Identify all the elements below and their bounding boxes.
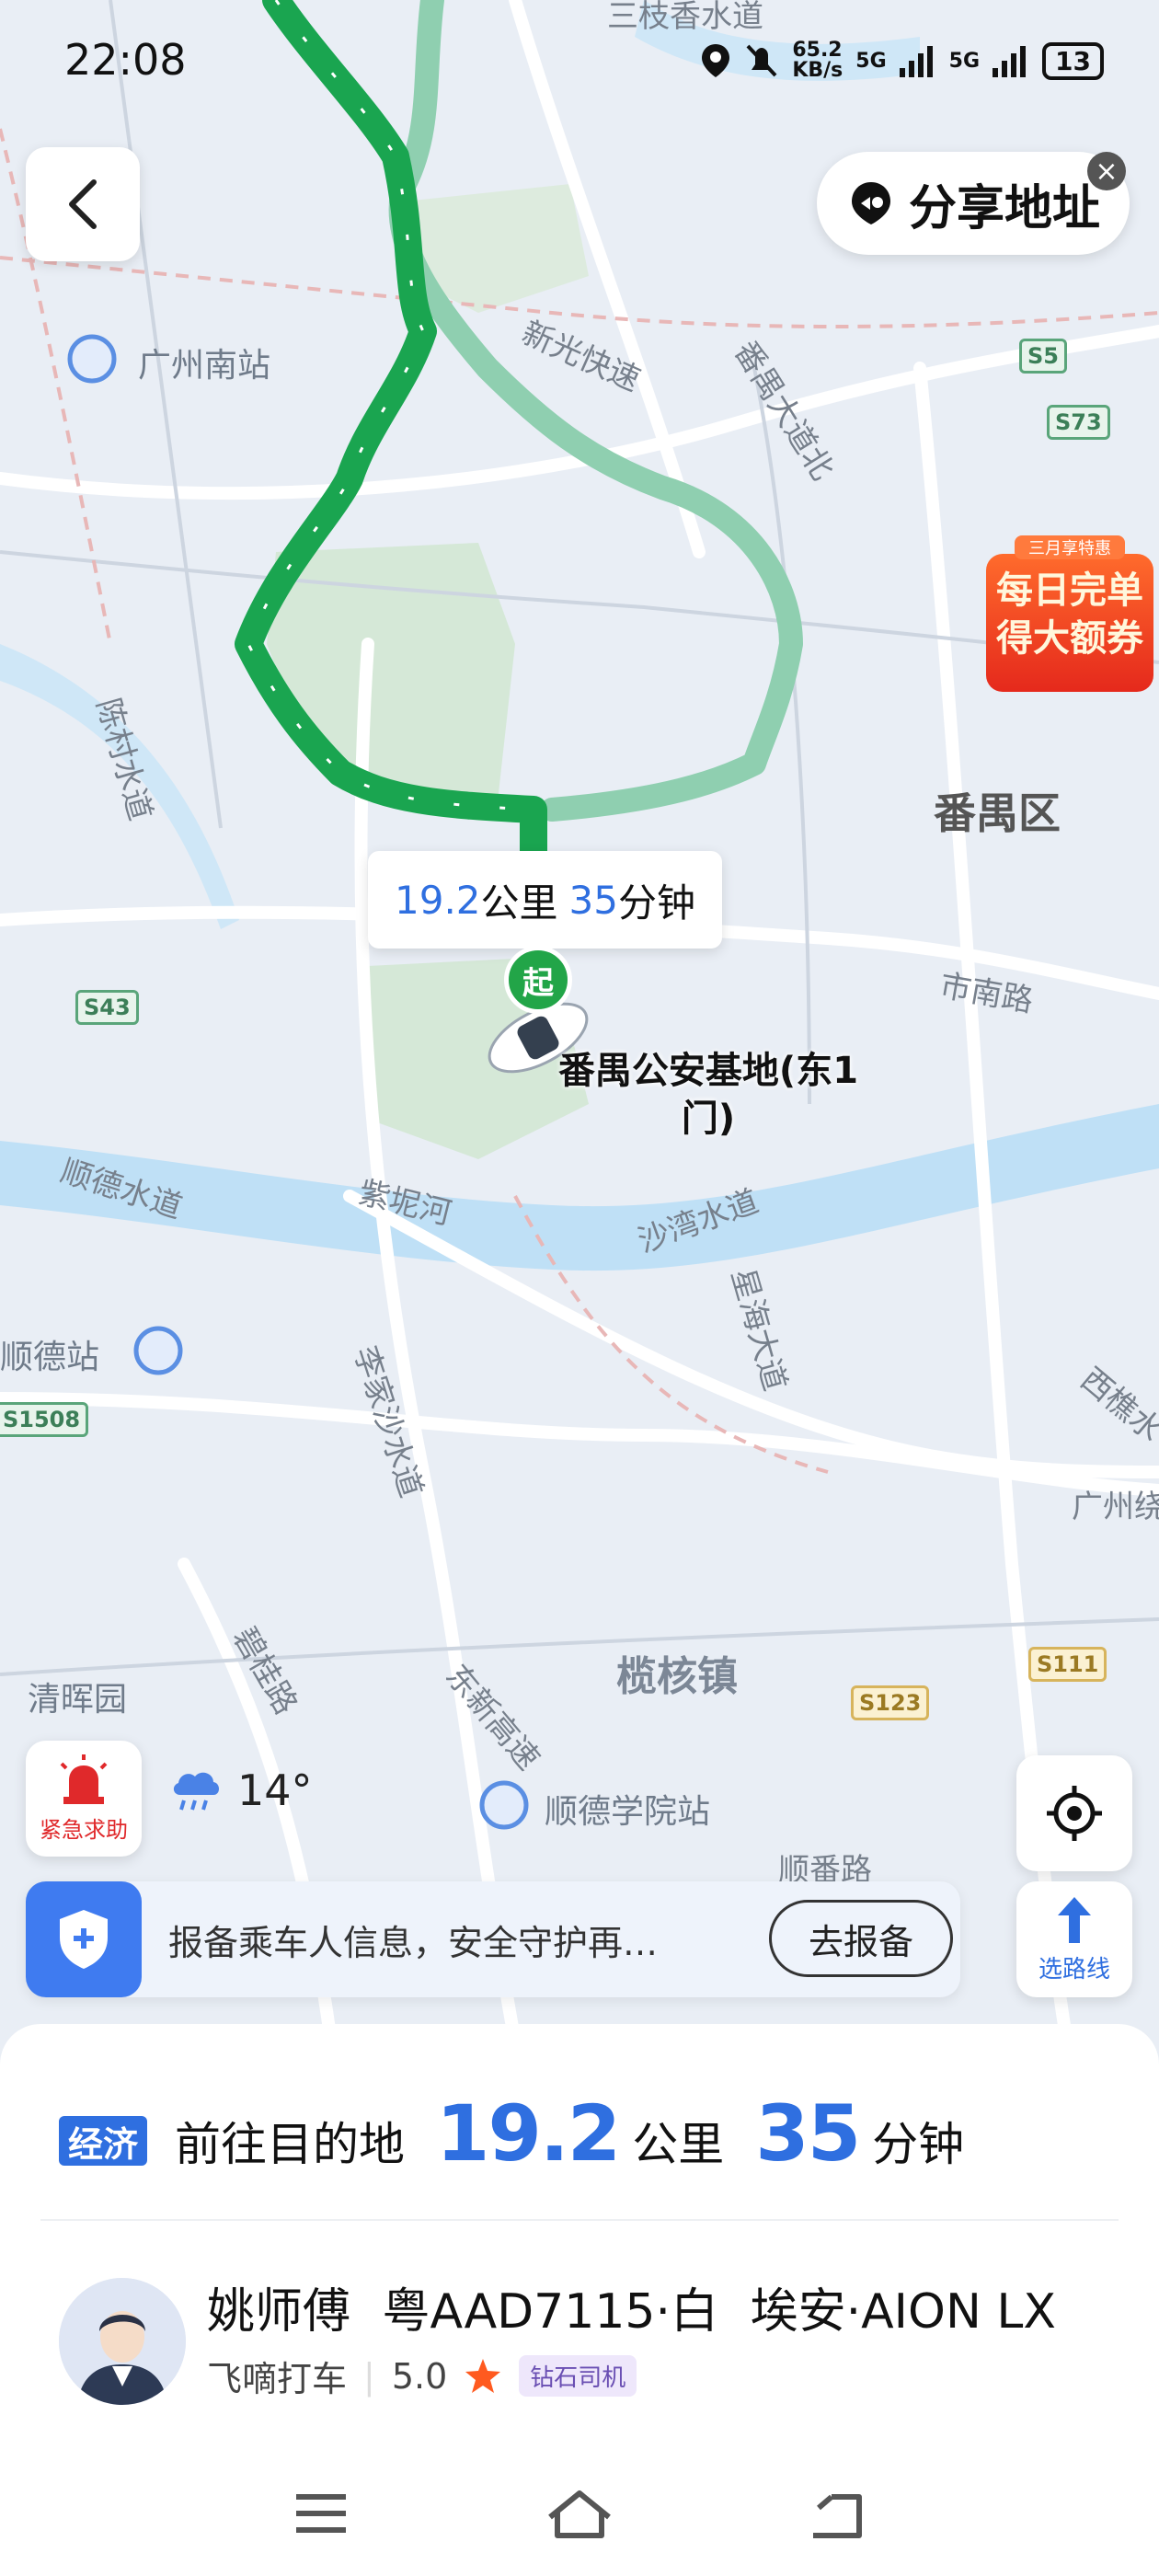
back-button[interactable]	[26, 147, 140, 261]
share-address-label: 分享地址	[908, 180, 1100, 236]
pickup-place-label: 番禺公安基地(东1门)	[557, 1050, 859, 1140]
route-time: 35	[568, 877, 618, 923]
promo-card: 每日完单 得大额券	[986, 554, 1153, 692]
map-label-shunde-station: 顺德站	[0, 1339, 100, 1376]
promo-line1: 每日完单	[996, 569, 1143, 612]
signal-5g-label: 5G	[855, 49, 887, 73]
weather-temp: 14°	[237, 1765, 313, 1815]
signal-5g-label-2: 5G	[948, 49, 981, 73]
close-icon[interactable]: ×	[1087, 152, 1126, 190]
driver-avatar[interactable]	[59, 2278, 186, 2405]
promo-badge[interactable]: 三月享特惠 每日完单 得大额券	[986, 535, 1153, 694]
back-nav-icon[interactable]	[813, 2494, 862, 2538]
net-speed-unit: KB/s	[792, 59, 843, 82]
driver-badge: 钻石司机	[519, 2355, 637, 2397]
net-speed: 65.2 KB/s	[792, 40, 843, 81]
trip-heading: 前往目的地	[175, 2118, 405, 2171]
chevron-left-icon	[69, 179, 97, 229]
map-label-top-water: 三枝香水道	[607, 0, 763, 35]
driver-car: 埃安·AION LX	[750, 2284, 1056, 2340]
trip-distance-unit: 公里	[632, 2118, 725, 2171]
highway-shield: S73	[1047, 405, 1110, 440]
divider	[40, 2219, 1119, 2221]
signal-bars-icon	[993, 46, 1027, 77]
safety-report-banner[interactable]: 报备乘车人信息，安全守护再… 去报备	[26, 1881, 960, 1997]
highway-shield: S5	[1019, 339, 1067, 374]
driver-subinfo: 飞嘀打车 | 5.0 钻石司机	[207, 2351, 637, 2401]
highway-shield: S123	[851, 1685, 930, 1720]
system-nav-bar	[296, 2490, 862, 2538]
locate-me-button[interactable]	[1016, 1755, 1132, 1871]
map-label-shunde-college: 顺德学院站	[545, 1793, 711, 1831]
trip-time: 35	[755, 2088, 861, 2179]
battery-indicator: 13	[1042, 41, 1104, 80]
route-time-unit: 分钟	[617, 880, 695, 926]
shield-icon	[26, 1881, 142, 1997]
highway-shield: S111	[1028, 1647, 1107, 1682]
alarm-icon	[60, 1754, 108, 1804]
emergency-label: 紧急求助	[40, 1816, 128, 1843]
route-info-bubble: 19.2 公里 35 分钟	[368, 851, 722, 949]
highway-shield: S1508	[0, 1402, 89, 1437]
map-label-guangzhou-south: 广州南站	[138, 347, 271, 385]
rain-cloud-icon	[173, 1772, 219, 1811]
road-label-guangzhou-ring: 广州绕	[1072, 1489, 1159, 1525]
net-speed-value: 65.2	[792, 39, 843, 62]
separator: |	[363, 2355, 375, 2397]
promo-tag: 三月享特惠	[1015, 535, 1125, 559]
route-arrow-icon	[1058, 1896, 1091, 1943]
promo-line2: 得大额券	[996, 617, 1143, 660]
report-button[interactable]: 去报备	[769, 1900, 953, 1977]
route-distance: 19.2	[395, 877, 481, 923]
driver-name: 姚师傅	[207, 2284, 351, 2340]
select-route-button[interactable]: 选路线	[1016, 1881, 1132, 1997]
home-icon[interactable]	[548, 2490, 611, 2538]
share-location-icon	[851, 182, 890, 224]
driver-rating: 5.0	[391, 2355, 448, 2397]
driver-plate: 粤AAD7115·白	[382, 2284, 719, 2340]
driver-info: 姚师傅 粤AAD7115·白 埃安·AION LX	[207, 2272, 1056, 2341]
highway-shield: S43	[75, 990, 139, 1025]
map-label-qinghui: 清晖园	[28, 1681, 128, 1719]
map-canvas[interactable]	[0, 0, 1159, 2042]
ride-platform: 飞嘀打车	[207, 2359, 348, 2399]
select-route-label: 选路线	[1038, 1955, 1110, 1984]
route-distance-unit: 公里	[480, 880, 558, 926]
star-icon	[465, 2358, 501, 2393]
share-address-button[interactable]: 分享地址	[817, 152, 1130, 255]
weather-widget: 14°	[167, 1762, 313, 1819]
mute-bell-icon	[746, 44, 777, 77]
emergency-button[interactable]: 紧急求助	[26, 1741, 142, 1857]
status-icons: 65.2 KB/s 5G 5G 13	[700, 33, 1104, 88]
map-label-lanhe: 榄核镇	[616, 1653, 738, 1700]
safety-report-text: 报备乘车人信息，安全守护再…	[168, 1923, 659, 1963]
menu-icon[interactable]	[296, 2494, 346, 2533]
ride-type-tag: 经济	[59, 2116, 148, 2166]
map-label-panyu-district: 番禺区	[934, 788, 1061, 838]
trip-summary: 前往目的地 19.2 公里 35 分钟	[175, 2088, 964, 2179]
status-time: 22:08	[64, 35, 187, 85]
start-marker: 起	[504, 946, 572, 1014]
trip-distance: 19.2	[436, 2088, 621, 2179]
location-icon	[702, 44, 730, 77]
signal-bars-icon	[899, 46, 933, 77]
trip-time-unit: 分钟	[872, 2118, 965, 2171]
crosshair-icon	[1047, 1786, 1102, 1841]
